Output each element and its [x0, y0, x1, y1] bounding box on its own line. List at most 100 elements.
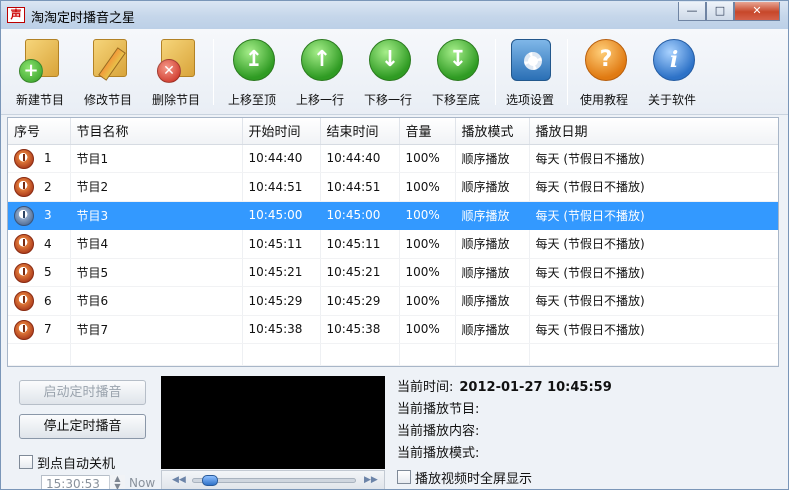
cell-text: 6 [44, 293, 52, 308]
cell-text: 10:45:11 [248, 236, 303, 251]
cell-text: 100% [405, 265, 440, 280]
time-spinner[interactable]: ▲ ▼ [109, 475, 125, 490]
close-icon[interactable]: ✕ [734, 2, 780, 21]
cell-date: 每天 (节假日不播放) [529, 201, 778, 230]
toolbar-separator [495, 39, 496, 105]
column-header-mode[interactable]: 播放模式 [455, 118, 530, 145]
column-header-name[interactable]: 节目名称 [70, 118, 243, 145]
about-button[interactable]: i 关于软件 [639, 37, 705, 113]
move-down-button[interactable]: ↓ 下移一行 [355, 37, 421, 113]
table-row[interactable]: 1 节目1 10:44:40 10:44:40 100% 顺序播放 每天 (节假日不播放) [8, 144, 778, 173]
current-program-label: 当前播放节目: [397, 402, 480, 417]
cell-start: 10:44:51 [242, 172, 321, 202]
table-row[interactable]: 5 节目5 10:45:21 10:45:21 100% 顺序播放 每天 (节假日不播放) [8, 258, 778, 287]
cell-text: 10:45:38 [326, 322, 381, 337]
start-schedule-button[interactable]: 启动定时播音 [19, 380, 146, 405]
table-row[interactable]: 6 节目6 10:45:29 10:45:29 100% 顺序播放 每天 (节假日不播放) [8, 286, 778, 316]
tutorial-button[interactable]: ? 使用教程 [571, 37, 637, 113]
stop-schedule-button[interactable]: 停止定时播音 [19, 414, 146, 439]
table-row[interactable]: 7 节目7 10:45:38 10:45:38 100% 顺序播放 每天 (节假日不播放) [8, 315, 778, 344]
table-row[interactable]: 3 节目3 10:45:00 10:45:00 100% 顺序播放 每天 (节假日不播放) [8, 201, 778, 230]
settings-button[interactable]: 选项设置 [497, 37, 563, 113]
empty-cell [529, 343, 778, 366]
now-label[interactable]: Now [129, 476, 155, 489]
fullscreen-video-label: 播放视频时全屏显示 [415, 472, 533, 487]
cell-text: 10:45:29 [326, 293, 381, 308]
seek-thumb[interactable] [201, 475, 218, 486]
settings-icon [507, 37, 553, 85]
cell-end: 10:45:21 [320, 258, 400, 287]
cell-end: 10:44:40 [320, 144, 400, 173]
cell-text: 10:45:38 [248, 322, 303, 337]
cell-date: 每天 (节假日不播放) [529, 229, 778, 259]
cell-seq: 7 [8, 315, 71, 344]
app-logo-icon: 声 [7, 7, 25, 23]
empty-cell [320, 343, 400, 366]
column-header-volume[interactable]: 音量 [399, 118, 456, 145]
empty-row [8, 343, 778, 366]
cell-text: 10:44:40 [326, 151, 381, 166]
cell-date: 每天 (节假日不播放) [529, 172, 778, 202]
empty-cell [242, 343, 321, 366]
cell-mode: 顺序播放 [455, 201, 530, 230]
column-header-start[interactable]: 开始时间 [242, 118, 321, 145]
seek-bar[interactable]: ◀◀ ▶▶ [161, 470, 385, 489]
table-row[interactable]: 4 节目4 10:45:11 10:45:11 100% 顺序播放 每天 (节假日不播放) [8, 229, 778, 259]
cell-text: 10:45:21 [326, 265, 381, 280]
fullscreen-video-checkbox[interactable] [397, 470, 411, 484]
settings-label: 选项设置 [505, 93, 554, 107]
move-up-button[interactable]: ↑ 上移一行 [287, 37, 353, 113]
cell-start: 10:45:29 [242, 286, 321, 316]
toolbar-separator [213, 39, 214, 105]
minimize-icon[interactable]: — [678, 2, 706, 21]
cell-volume: 100% [399, 144, 456, 173]
auto-shutdown-checkbox[interactable] [19, 455, 33, 469]
column-header-date[interactable]: 播放日期 [529, 118, 778, 145]
cell-text: 5 [44, 265, 52, 280]
current-program-row: 当前播放节目: [397, 398, 479, 417]
toolbar-separator [567, 39, 568, 105]
tutorial-label: 使用教程 [579, 93, 628, 107]
maximize-icon[interactable]: □ [706, 2, 734, 21]
program-list[interactable]: 序号 节目名称 开始时间 结束时间 音量 播放模式 播放日期 1 节目1 10:44… [7, 117, 779, 367]
cell-date: 每天 (节假日不播放) [529, 315, 778, 344]
schedule-clock-icon [14, 319, 34, 340]
new-program-icon: + [17, 37, 63, 85]
column-header-seq[interactable]: 序号 [8, 118, 71, 145]
cell-text: 节目2 [76, 180, 109, 195]
move-top-button[interactable]: ↥ 上移至顶 [219, 37, 285, 113]
new-program-button[interactable]: + 新建节目 [7, 37, 73, 113]
cell-name: 节目3 [70, 201, 243, 230]
cell-text: 节目7 [76, 322, 109, 337]
forward-icon[interactable]: ▶▶ [364, 475, 378, 485]
cell-text: 100% [405, 293, 440, 308]
cell-mode: 顺序播放 [455, 144, 530, 173]
cell-end: 10:45:38 [320, 315, 400, 344]
video-preview [161, 376, 385, 469]
cell-start: 10:45:21 [242, 258, 321, 287]
cell-text: 每天 (节假日不播放) [535, 237, 645, 252]
cell-end: 10:44:51 [320, 172, 400, 202]
title-bar[interactable]: 声 淘淘定时播音之星 — □ ✕ [1, 1, 788, 29]
table-row[interactable]: 2 节目2 10:44:51 10:44:51 100% 顺序播放 每天 (节假日不播放) [8, 172, 778, 202]
rewind-icon[interactable]: ◀◀ [172, 475, 186, 485]
move-up-icon: ↑ [297, 37, 343, 85]
cell-mode: 顺序播放 [455, 286, 530, 316]
cell-text: 每天 (节假日不播放) [535, 265, 645, 280]
cell-text: 4 [44, 236, 52, 251]
cell-text: 10:45:00 [248, 208, 303, 223]
schedule-clock-icon [14, 148, 34, 169]
cell-text: 节目3 [76, 208, 109, 223]
move-bottom-button[interactable]: ↧ 下移至底 [423, 37, 489, 113]
cell-text: 1 [44, 151, 52, 166]
spin-down-icon[interactable]: ▼ [114, 482, 120, 490]
cell-end: 10:45:11 [320, 229, 400, 259]
edit-program-button[interactable]: 修改节目 [75, 37, 141, 113]
current-mode-label: 当前播放模式: [397, 446, 480, 461]
delete-program-button[interactable]: ✕ 删除节目 [143, 37, 209, 113]
cell-text: 顺序播放 [461, 208, 510, 223]
column-header-end[interactable]: 结束时间 [320, 118, 400, 145]
cell-end: 10:45:00 [320, 201, 400, 230]
cell-text: 节目5 [76, 265, 109, 280]
cell-name: 节目2 [70, 172, 243, 202]
